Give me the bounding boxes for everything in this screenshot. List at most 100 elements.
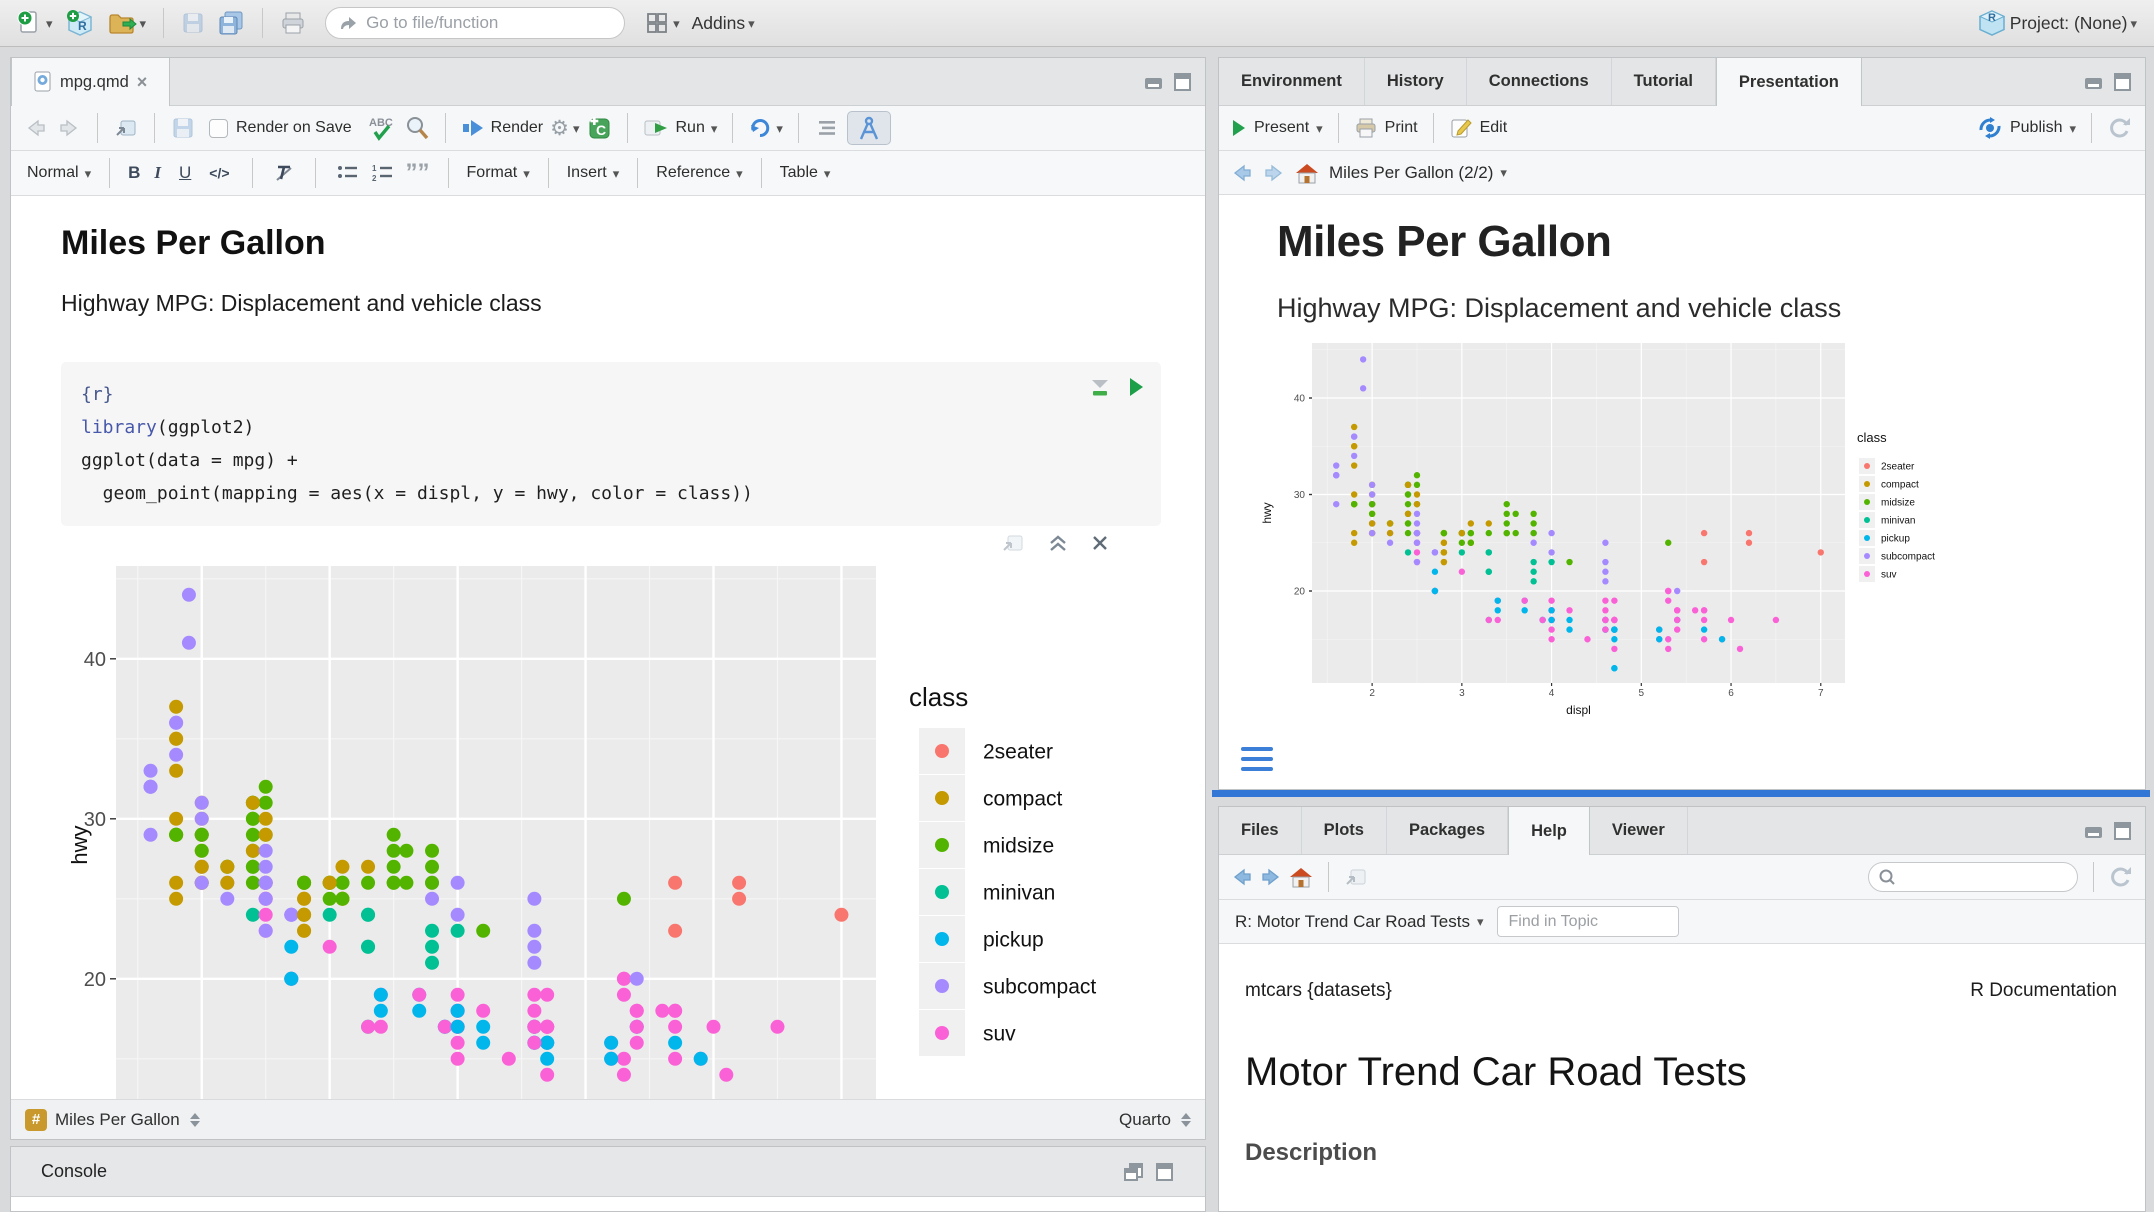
edit-slides-button[interactable]: Edit bbox=[1449, 113, 1508, 143]
present-button[interactable]: Present ▾ bbox=[1231, 113, 1323, 143]
render-on-save-checkbox[interactable]: Render on Save bbox=[209, 113, 352, 143]
blockquote-button[interactable]: ”” bbox=[406, 166, 430, 180]
tab-files[interactable]: Files bbox=[1219, 807, 1302, 854]
output-popout-icon[interactable] bbox=[1001, 532, 1025, 554]
goto-file-search[interactable]: Go to file/function bbox=[325, 7, 625, 39]
insert-chunk-button[interactable]: C bbox=[586, 113, 612, 143]
minimize-pane-icon[interactable] bbox=[2083, 822, 2105, 840]
tab-presentation[interactable]: Presentation bbox=[1716, 58, 1862, 106]
visual-editor-toggle[interactable] bbox=[847, 111, 891, 145]
magnifier-icon bbox=[404, 115, 430, 141]
clear-output-icon[interactable] bbox=[1091, 534, 1109, 552]
rerun-button[interactable]: ▾ bbox=[748, 113, 783, 143]
find-replace-button[interactable] bbox=[404, 113, 430, 143]
close-tab-icon[interactable]: × bbox=[137, 72, 148, 93]
doctype-selector-icon[interactable] bbox=[1181, 1113, 1191, 1127]
maximize-pane-icon[interactable] bbox=[1173, 72, 1193, 92]
slide-back-icon[interactable] bbox=[1231, 163, 1253, 183]
help-back-icon[interactable] bbox=[1231, 867, 1253, 887]
open-file-button[interactable]: ▾ bbox=[104, 8, 150, 38]
save-icon bbox=[172, 117, 194, 139]
tab-history[interactable]: History bbox=[1365, 58, 1467, 105]
goto-file-placeholder: Go to file/function bbox=[366, 13, 498, 33]
help-forward-icon[interactable] bbox=[1260, 867, 1282, 887]
tab-help[interactable]: Help bbox=[1508, 807, 1590, 855]
maximize-pane-icon[interactable] bbox=[1155, 1162, 1175, 1182]
restore-pane-icon[interactable] bbox=[1123, 1162, 1145, 1182]
slide-menu-icon[interactable] bbox=[1241, 747, 1273, 771]
tab-environment[interactable]: Environment bbox=[1219, 58, 1365, 105]
minimize-pane-icon[interactable] bbox=[1143, 73, 1165, 91]
tab-connections[interactable]: Connections bbox=[1467, 58, 1612, 105]
render-button[interactable]: Render bbox=[461, 113, 543, 143]
tab-mpg-qmd[interactable]: mpg.qmd × bbox=[11, 58, 170, 106]
svg-text:suv: suv bbox=[1881, 570, 1897, 581]
help-search-input[interactable] bbox=[1868, 862, 2078, 892]
help-refresh-icon[interactable] bbox=[2109, 865, 2133, 889]
addins-menu[interactable]: Addins ▾ bbox=[689, 11, 758, 36]
tab-tutorial[interactable]: Tutorial bbox=[1612, 58, 1716, 105]
chunk-output-toolbar bbox=[61, 526, 1169, 560]
slide-selector[interactable]: Miles Per Gallon (2/2) ▾ bbox=[1329, 158, 1507, 188]
console-header[interactable]: Console bbox=[11, 1147, 1205, 1197]
forward-button[interactable] bbox=[56, 113, 82, 143]
new-project-button[interactable]: R bbox=[62, 6, 98, 40]
save-all-button[interactable] bbox=[214, 8, 248, 38]
tab-viewer[interactable]: Viewer bbox=[1590, 807, 1688, 854]
publish-button[interactable]: Publish ▾ bbox=[1977, 113, 2076, 143]
bold-button[interactable]: B bbox=[128, 163, 140, 183]
maximize-pane-icon[interactable] bbox=[2113, 821, 2133, 841]
help-topic-selector[interactable]: R: Motor Trend Car Road Tests ▾ bbox=[1235, 907, 1483, 937]
new-file-button[interactable]: ▾ bbox=[14, 7, 56, 39]
code-chunk[interactable]: {r} library(ggplot2)ggplot(data = mpg) +… bbox=[61, 362, 1161, 526]
tab-packages[interactable]: Packages bbox=[1387, 807, 1508, 854]
slide-forward-icon[interactable] bbox=[1263, 163, 1285, 183]
presentation-slide[interactable]: Miles Per Gallon Highway MPG: Displaceme… bbox=[1219, 195, 2145, 789]
statusbar-doctype[interactable]: Quarto bbox=[1119, 1110, 1171, 1130]
save-button[interactable] bbox=[178, 9, 208, 37]
collapse-output-icon[interactable] bbox=[1047, 532, 1069, 554]
document-body[interactable]: Miles Per Gallon Highway MPG: Displaceme… bbox=[11, 196, 1205, 1099]
insert-menu[interactable]: Insert▾ bbox=[567, 158, 620, 188]
run-chunks-above-icon[interactable] bbox=[1089, 376, 1111, 398]
popout-window-button[interactable] bbox=[113, 113, 139, 143]
format-menu[interactable]: Format▾ bbox=[467, 158, 530, 188]
publish-icon bbox=[1977, 117, 2003, 139]
statusbar-section[interactable]: Miles Per Gallon bbox=[55, 1110, 180, 1130]
insert-menu-label: Insert bbox=[567, 164, 607, 182]
spellcheck-button[interactable]: ABC bbox=[367, 113, 397, 143]
refresh-presentation-button[interactable] bbox=[2107, 113, 2133, 143]
svg-text:R: R bbox=[1988, 12, 1996, 24]
help-popout-icon[interactable] bbox=[1344, 866, 1368, 888]
run-chunk-icon[interactable] bbox=[1127, 376, 1145, 398]
back-button[interactable] bbox=[23, 113, 49, 143]
print-button[interactable] bbox=[277, 8, 309, 38]
section-selector-icon[interactable] bbox=[190, 1113, 200, 1127]
tab-plots[interactable]: Plots bbox=[1302, 807, 1387, 854]
code-format-button[interactable]: </> bbox=[205, 165, 233, 181]
render-settings-button[interactable]: ⚙ ▾ bbox=[550, 113, 579, 143]
help-home-icon[interactable] bbox=[1289, 866, 1313, 888]
numbered-list-button[interactable]: 1 2 bbox=[370, 158, 396, 188]
paragraph-style-select[interactable]: Normal ▾ bbox=[27, 158, 91, 188]
italic-button[interactable]: I bbox=[150, 163, 165, 183]
clear-formatting-button[interactable] bbox=[271, 158, 297, 188]
home-icon[interactable] bbox=[1295, 162, 1319, 184]
panes-layout-button[interactable]: ▾ bbox=[641, 8, 683, 38]
checkbox-box[interactable] bbox=[209, 119, 228, 138]
bullet-list-button[interactable] bbox=[334, 158, 360, 188]
outline-toggle-button[interactable] bbox=[814, 113, 840, 143]
find-in-topic-input[interactable] bbox=[1497, 906, 1679, 937]
help-content[interactable]: mtcars {datasets} R Documentation Motor … bbox=[1219, 944, 2145, 1211]
minimize-pane-icon[interactable] bbox=[2083, 73, 2105, 91]
project-menu[interactable]: R Project: (None) ▾ bbox=[1974, 6, 2140, 40]
underline-button[interactable]: U bbox=[175, 163, 195, 183]
heading-badge-icon: # bbox=[25, 1109, 47, 1131]
run-button[interactable]: Run ▾ bbox=[643, 113, 717, 143]
chunk-code: library(ggplot2)ggplot(data = mpg) + geo… bbox=[81, 411, 1141, 510]
table-menu[interactable]: Table▾ bbox=[780, 158, 831, 188]
maximize-pane-icon[interactable] bbox=[2113, 72, 2133, 92]
save-doc-button[interactable] bbox=[170, 113, 196, 143]
reference-menu[interactable]: Reference▾ bbox=[656, 158, 742, 188]
print-slides-button[interactable]: Print bbox=[1354, 113, 1418, 143]
